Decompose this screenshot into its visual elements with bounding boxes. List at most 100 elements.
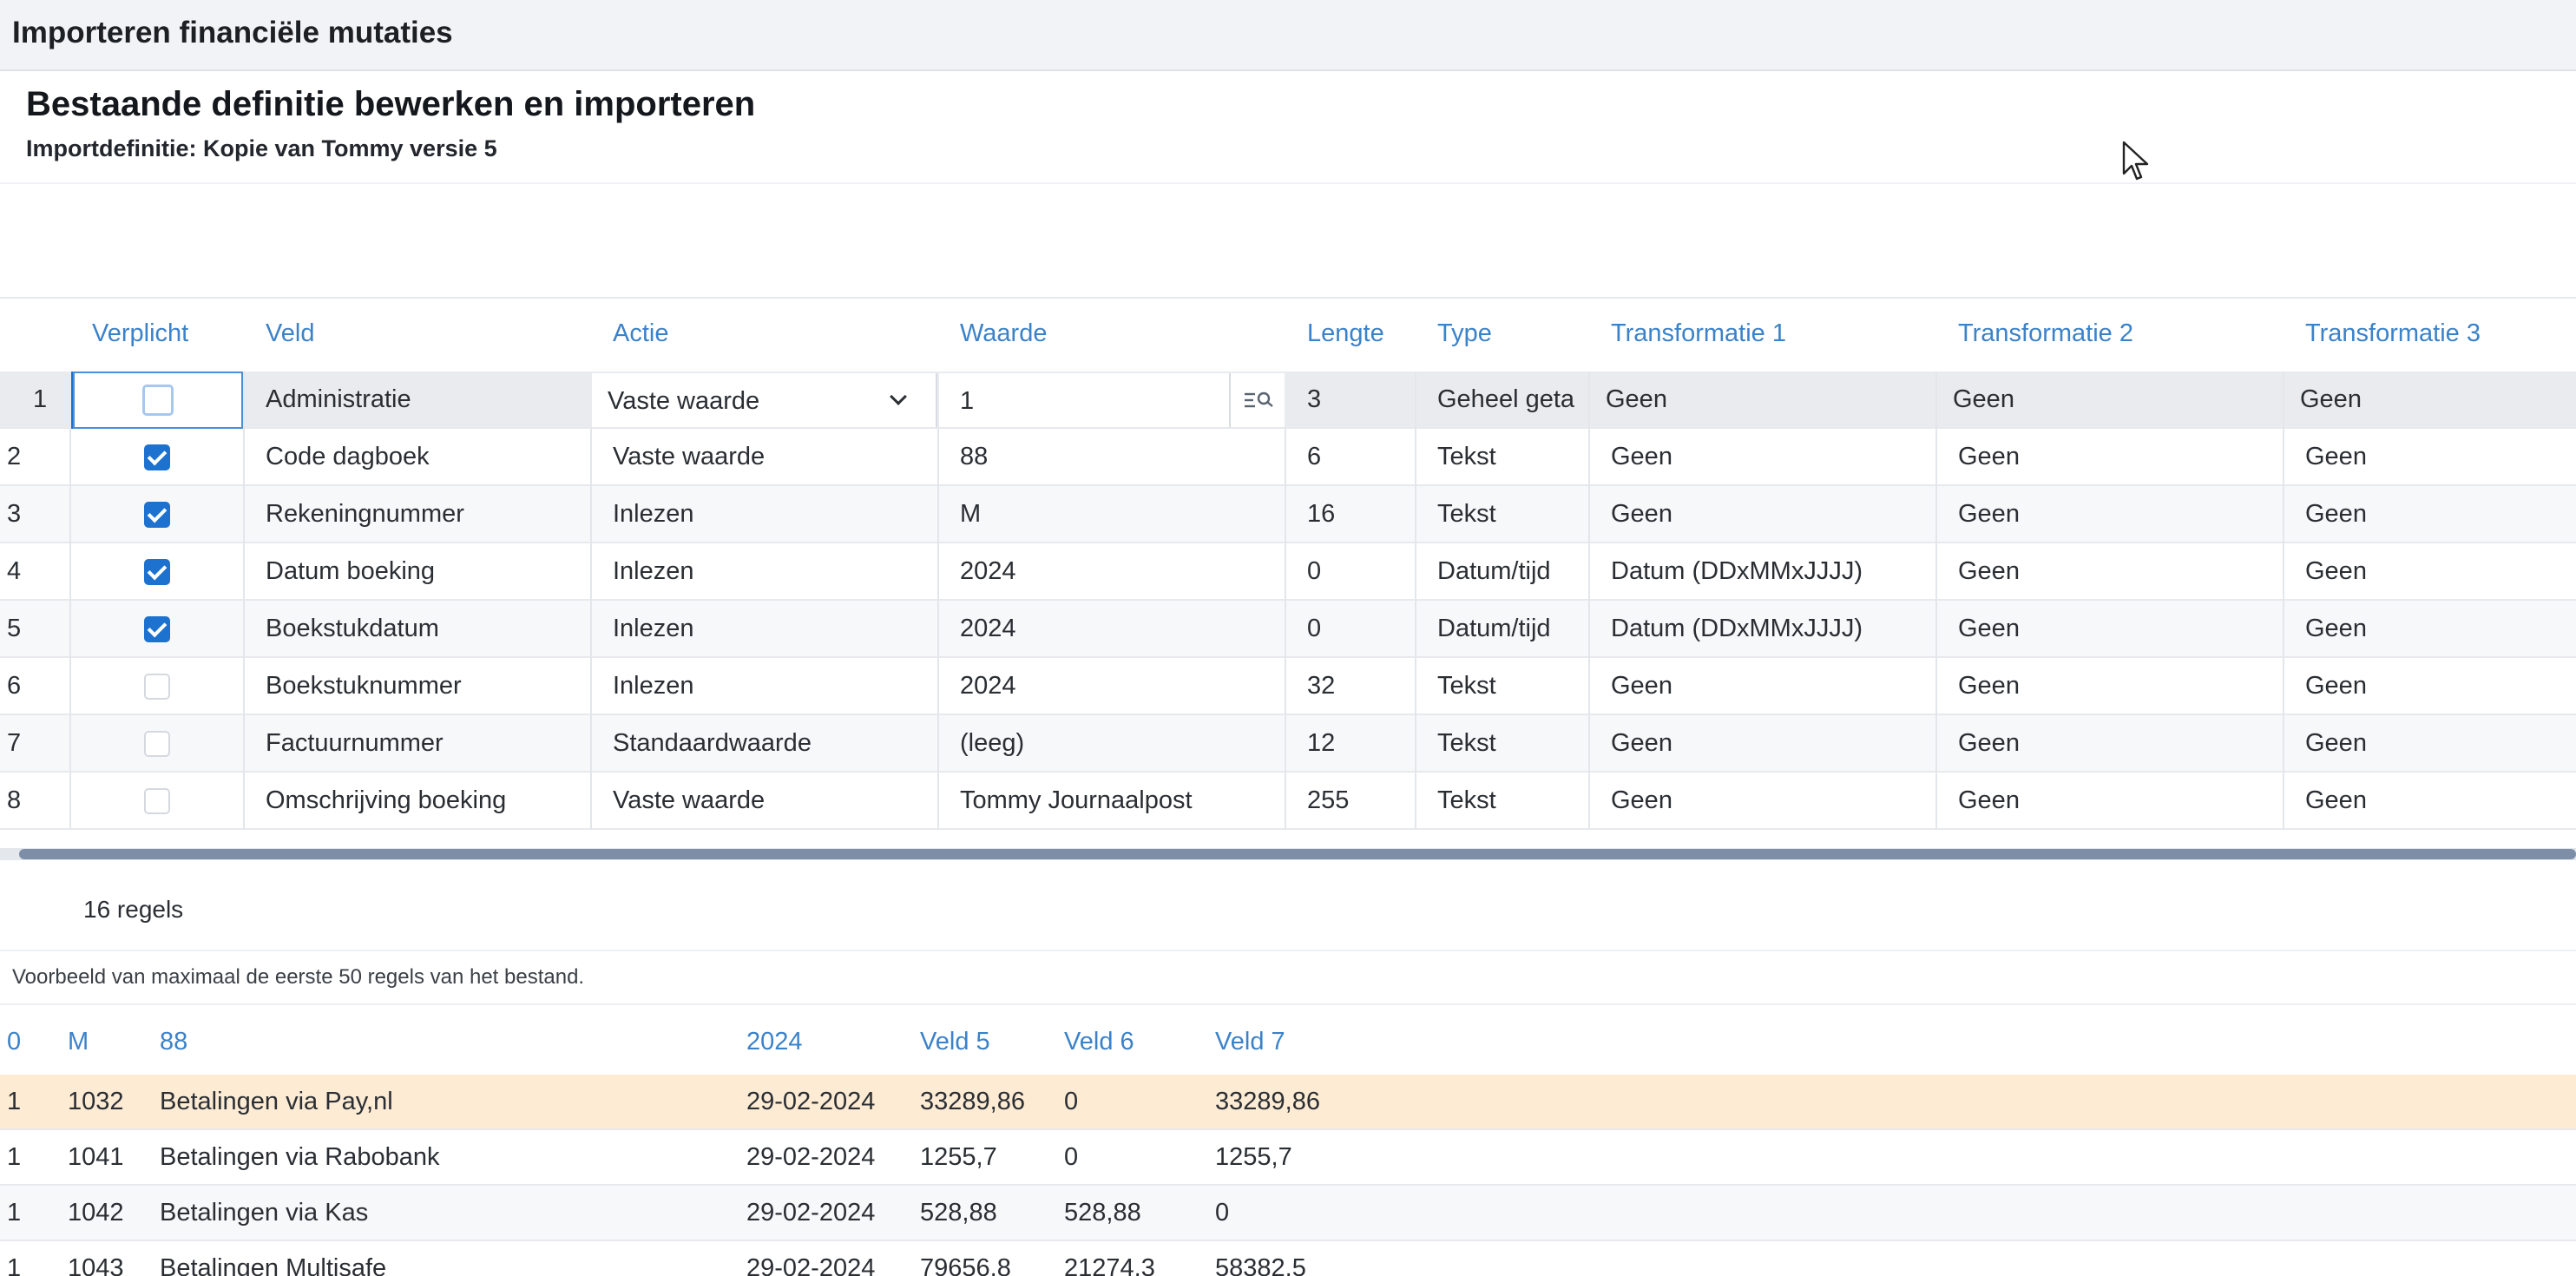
col-header-waarde[interactable]: Waarde [960,319,1047,348]
type-value: Tekst [1437,672,1496,700]
type-value: Geheel geta [1437,385,1575,413]
transformation-2[interactable]: Geen [1958,429,2279,486]
required-checkbox[interactable] [144,616,170,642]
preview-col-header[interactable]: 88 [160,1028,187,1056]
col-header-transformatie-3[interactable]: Transformatie 3 [2305,319,2481,348]
transformation-1[interactable]: Geen [1611,658,1932,715]
preview-row[interactable]: 1 1043 Betalingen Multisafe 29-02-2024 7… [0,1241,2576,1276]
type-value: Tekst [1437,786,1496,814]
col-header-verplicht[interactable]: Verplicht [92,319,188,348]
transformation-2[interactable]: Geen [1958,715,2279,773]
length-value: 0 [1307,557,1322,585]
preview-row[interactable]: 1 1041 Betalingen via Rabobank 29-02-202… [0,1130,2576,1186]
type-value: Tekst [1437,729,1496,757]
value-text[interactable]: 88 [960,429,1281,486]
field-name: Boekstukdatum [266,615,439,642]
preview-row[interactable]: 1 1042 Betalingen via Kas 29-02-2024 528… [0,1186,2576,1241]
value-text[interactable]: 2024 [960,658,1281,715]
window-title: Importeren financiële mutaties [12,16,453,49]
preview-col-header[interactable]: Veld 6 [1064,1028,1134,1056]
action-value[interactable]: Inlezen [613,543,934,601]
value-text[interactable]: (leeg) [960,715,1281,773]
transformation-1[interactable]: Datum (DDxMMxJJJJ) [1611,543,1932,601]
table-row[interactable]: 6 Boekstuknummer Inlezen 2024 32 Tekst G… [0,658,2576,715]
transformation-2[interactable]: Geen [1953,372,2283,429]
mouse-pointer-icon [2122,141,2149,181]
preview-cell: 528,88 [920,1199,997,1227]
table-row[interactable]: 4 Datum boeking Inlezen 2024 0 Datum/tij… [0,543,2576,601]
required-checkbox[interactable] [144,674,170,700]
transformation-1[interactable]: Geen [1606,372,1935,429]
transformation-3[interactable]: Geen [2300,372,2560,429]
transformation-2[interactable]: Geen [1958,658,2279,715]
horizontal-scrollbar[interactable] [0,848,2576,860]
transformation-3[interactable]: Geen [2305,601,2566,658]
table-row[interactable]: 7 Factuurnummer Standaardwaarde (leeg) 1… [0,715,2576,773]
required-checkbox[interactable] [144,788,170,814]
transformation-1[interactable]: Datum (DDxMMxJJJJ) [1611,601,1932,658]
table-row[interactable]: 5 Boekstukdatum Inlezen 2024 0 Datum/tij… [0,601,2576,658]
preview-cell: 58382,5 [1215,1254,1306,1276]
preview-cell: Betalingen via Kas [160,1199,369,1227]
required-checkbox[interactable] [144,731,170,757]
lookup-button[interactable] [1229,373,1285,427]
preview-cell: 1 [7,1143,22,1171]
transformation-1[interactable]: Geen [1611,429,1932,486]
value-text[interactable]: M [960,486,1281,543]
col-header-type[interactable]: Type [1437,319,1492,348]
col-header-lengte[interactable]: Lengte [1307,319,1384,348]
row-number: 5 [7,615,22,642]
action-value[interactable]: Vaste waarde [613,429,934,486]
required-checkbox[interactable] [144,502,170,528]
transformation-3[interactable]: Geen [2305,773,2566,830]
action-value[interactable]: Inlezen [613,658,934,715]
table-row[interactable]: 8 Omschrijving boeking Vaste waarde Tomm… [0,773,2576,830]
col-header-actie[interactable]: Actie [613,319,668,348]
required-checkbox[interactable] [144,444,170,470]
import-definition-grid: Verplicht Veld Actie Waarde Lengte Type … [0,299,2576,837]
transformation-2[interactable]: Geen [1958,773,2279,830]
transformation-1[interactable]: Geen [1611,773,1932,830]
divider [0,1003,2576,1005]
transformation-2[interactable]: Geen [1958,486,2279,543]
preview-cell: 0 [1215,1199,1230,1227]
table-row[interactable]: 3 Rekeningnummer Inlezen M 16 Tekst Geen… [0,486,2576,543]
preview-col-header[interactable]: Veld 5 [920,1028,990,1056]
transformation-3[interactable]: Geen [2305,658,2566,715]
preview-col-header[interactable]: M [68,1028,89,1056]
preview-cell: 29-02-2024 [746,1143,876,1171]
preview-col-header[interactable]: Veld 7 [1215,1028,1285,1056]
preview-col-header[interactable]: 2024 [746,1028,803,1056]
value-text[interactable]: Tommy Journaalpost [960,773,1281,830]
value-text[interactable]: 2024 [960,543,1281,601]
transformation-2[interactable]: Geen [1958,601,2279,658]
table-row[interactable]: 2 Code dagboek Vaste waarde 88 6 Tekst G… [0,429,2576,486]
required-checkbox[interactable] [144,559,170,585]
action-value[interactable]: Vaste waarde [613,773,934,830]
required-checkbox[interactable] [142,385,174,416]
transformation-3[interactable]: Geen [2305,486,2566,543]
preview-row[interactable]: 1 1032 Betalingen via Pay,nl 29-02-2024 … [0,1075,2576,1130]
transformation-3[interactable]: Geen [2305,543,2566,601]
col-header-veld[interactable]: Veld [266,319,314,348]
transformation-3[interactable]: Geen [2305,715,2566,773]
scrollbar-thumb[interactable] [19,849,2576,859]
action-value[interactable]: Standaardwaarde [613,715,934,773]
value-text[interactable]: 2024 [960,601,1281,658]
row-number: 1 [33,385,48,413]
transformation-1[interactable]: Geen [1611,715,1932,773]
action-value[interactable]: Inlezen [613,486,934,543]
transformation-3[interactable]: Geen [2305,429,2566,486]
type-value: Datum/tijd [1437,615,1551,642]
table-row[interactable]: 1 Administratie Vaste waarde 1 3 Geheel … [0,372,2576,429]
preview-cell: Betalingen via Rabobank [160,1143,440,1171]
preview-cell: 0 [1064,1088,1079,1115]
col-header-transformatie-1[interactable]: Transformatie 1 [1611,319,1786,348]
action-select[interactable]: Vaste waarde [592,373,937,427]
preview-col-header[interactable]: 0 [7,1028,21,1056]
transformation-2[interactable]: Geen [1958,543,2279,601]
preview-cell: 1 [7,1088,22,1115]
transformation-1[interactable]: Geen [1611,486,1932,543]
action-value[interactable]: Inlezen [613,601,934,658]
col-header-transformatie-2[interactable]: Transformatie 2 [1958,319,2133,348]
